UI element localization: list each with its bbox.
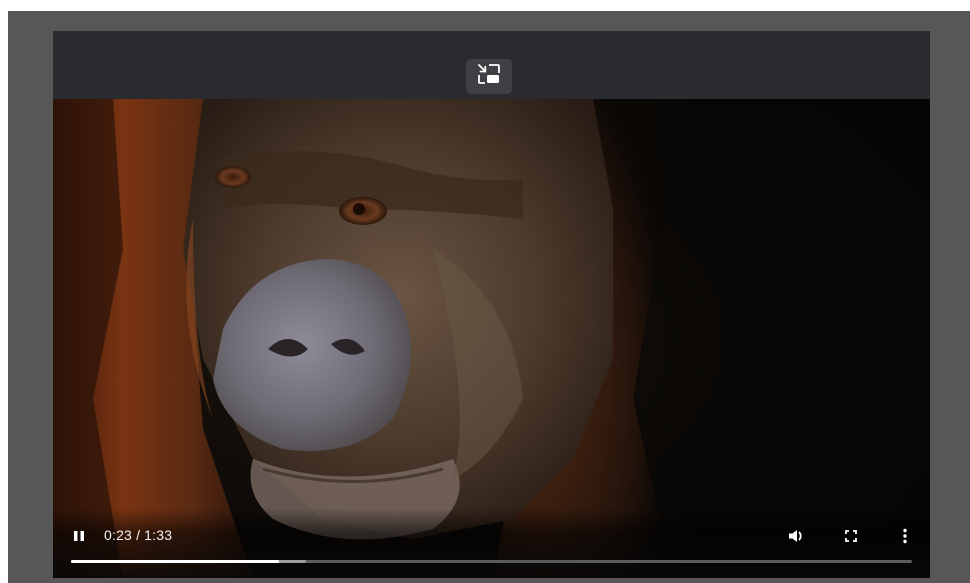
fullscreen-button[interactable]	[839, 524, 863, 548]
pause-icon	[72, 529, 86, 543]
time-display: 0:23/1:33	[104, 527, 172, 543]
fullscreen-icon	[844, 529, 858, 543]
player-controls-bar: 0:23/1:33	[53, 508, 930, 578]
picture-in-picture-button[interactable]	[466, 59, 512, 94]
video-frame-image	[53, 99, 930, 578]
progress-bar[interactable]	[71, 560, 912, 563]
video-viewport[interactable]: 0:23/1:33	[53, 99, 930, 578]
video-player: 0:23/1:33	[53, 31, 930, 578]
play-pause-button[interactable]	[67, 524, 91, 548]
picture-in-picture-exit-icon	[476, 63, 502, 90]
volume-icon	[788, 528, 806, 544]
player-top-bar	[53, 31, 930, 99]
duration: 1:33	[144, 527, 173, 543]
more-options-button[interactable]	[893, 524, 917, 548]
current-time: 0:23	[104, 527, 133, 543]
more-vertical-icon	[902, 528, 908, 544]
progress-played	[71, 560, 279, 563]
volume-button[interactable]	[785, 524, 809, 548]
time-separator: /	[136, 527, 141, 543]
